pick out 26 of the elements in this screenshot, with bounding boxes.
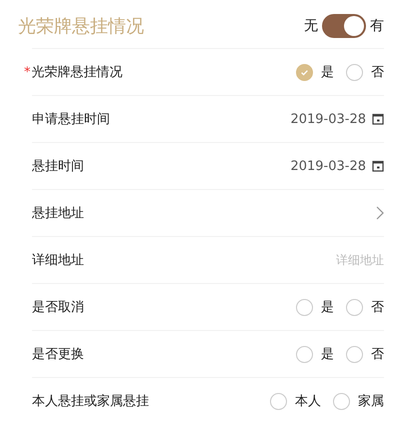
toggle-off-label: 无 bbox=[304, 17, 318, 35]
calendar-icon[interactable] bbox=[372, 113, 384, 125]
field-label: 本人悬挂或家属悬挂 bbox=[32, 393, 149, 410]
radio-option[interactable]: 本人 bbox=[270, 392, 321, 410]
radio-option[interactable]: 是 bbox=[296, 298, 334, 316]
field-label: 申请悬挂时间 bbox=[32, 111, 110, 128]
field-label: 悬挂地址 bbox=[32, 205, 84, 222]
radio-option[interactable]: 否 bbox=[346, 63, 384, 81]
calendar-icon[interactable] bbox=[372, 160, 384, 172]
field-label: 悬挂时间 bbox=[32, 158, 84, 175]
toggle-on-label: 有 bbox=[370, 17, 384, 35]
field-label: 是否更换 bbox=[32, 346, 84, 363]
radio-option[interactable]: 否 bbox=[346, 345, 384, 363]
date-value[interactable]: 2019-03-28 bbox=[290, 158, 366, 174]
radio-option[interactable]: 否 bbox=[346, 298, 384, 316]
radio-option[interactable]: 家属 bbox=[333, 392, 384, 410]
field-label: 是否取消 bbox=[32, 299, 84, 316]
radio-option[interactable]: 是 bbox=[296, 345, 334, 363]
chevron-right-icon[interactable] bbox=[376, 206, 384, 220]
required-mark: * bbox=[24, 64, 30, 80]
field-label: 光荣牌悬挂情况 bbox=[32, 64, 122, 81]
section-title: 光荣牌悬挂情况 bbox=[18, 15, 144, 38]
toggle-switch[interactable] bbox=[322, 14, 366, 38]
field-label: 详细地址 bbox=[32, 252, 84, 269]
radio-option[interactable]: 是 bbox=[296, 63, 334, 81]
date-value[interactable]: 2019-03-28 bbox=[290, 112, 366, 126]
